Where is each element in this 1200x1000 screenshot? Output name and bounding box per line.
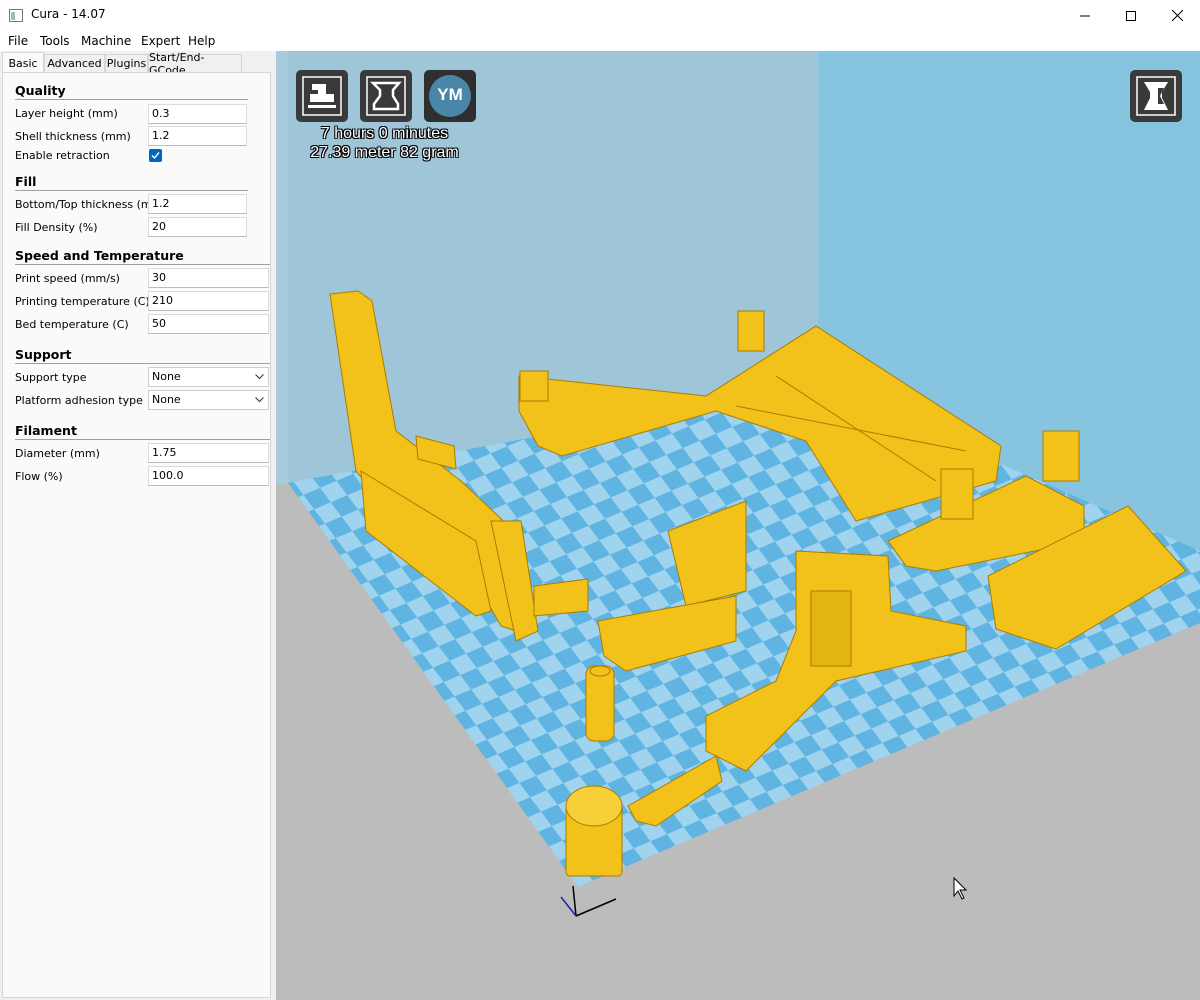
shell-thickness-input[interactable]: 1.2 bbox=[148, 126, 247, 146]
section-divider bbox=[15, 363, 270, 364]
scene-canvas[interactable] bbox=[276, 51, 1200, 1000]
support-type-select[interactable]: None bbox=[148, 367, 269, 387]
bed-temperature-input[interactable]: 50 bbox=[148, 314, 269, 334]
section-divider bbox=[15, 190, 248, 191]
3d-viewport[interactable]: YM 7 hours 0 minutes 27.39 meter 82 gram bbox=[276, 51, 1200, 1000]
youmagine-label: YM bbox=[437, 85, 463, 104]
model-spring bbox=[585, 665, 615, 742]
label-layer-height: Layer height (mm) bbox=[15, 107, 118, 120]
label-print-speed: Print speed (mm/s) bbox=[15, 272, 120, 285]
label-flow: Flow (%) bbox=[15, 470, 63, 483]
tab-advanced[interactable]: Advanced bbox=[44, 54, 105, 72]
chevron-down-icon bbox=[255, 374, 264, 380]
view-mode-icon bbox=[1136, 76, 1176, 116]
checkmark-icon bbox=[151, 152, 160, 160]
platform-adhesion-value: None bbox=[152, 393, 181, 406]
section-title-filament: Filament bbox=[15, 423, 77, 438]
menu-bar: File Tools Machine Expert Help bbox=[0, 31, 1200, 51]
label-bottom-top-thickness: Bottom/Top thickness (mm) bbox=[15, 198, 167, 211]
load-model-button[interactable] bbox=[296, 70, 348, 122]
window-title: Cura - 14.07 bbox=[31, 7, 106, 21]
print-button[interactable] bbox=[360, 70, 412, 122]
layer-height-input[interactable]: 0.3 bbox=[148, 104, 247, 124]
minimize-icon bbox=[1080, 15, 1090, 16]
printing-temperature-input[interactable]: 210 bbox=[148, 291, 269, 311]
left-wall bbox=[276, 51, 288, 485]
print-speed-input[interactable]: 30 bbox=[148, 268, 269, 288]
tab-plugins[interactable]: Plugins bbox=[105, 54, 148, 72]
section-title-quality: Quality bbox=[15, 83, 66, 98]
youmagine-button[interactable]: YM bbox=[424, 70, 476, 122]
label-bed-temperature: Bed temperature (C) bbox=[15, 318, 129, 331]
maximize-icon bbox=[1126, 10, 1136, 21]
print-time-stat: 7 hours 0 minutes bbox=[320, 125, 449, 142]
label-support-type: Support type bbox=[15, 371, 87, 384]
flow-input[interactable]: 100.0 bbox=[148, 466, 269, 486]
section-divider bbox=[15, 99, 248, 100]
settings-tabs: Basic Advanced Plugins Start/End-GCode bbox=[0, 51, 276, 77]
label-diameter: Diameter (mm) bbox=[15, 447, 100, 460]
basic-tab-pane: Quality Layer height (mm) 0.3 Shell thic… bbox=[2, 72, 271, 998]
load-model-icon bbox=[302, 76, 342, 116]
menu-machine[interactable]: Machine bbox=[81, 34, 131, 48]
platform-adhesion-select[interactable]: None bbox=[148, 390, 269, 410]
section-divider bbox=[15, 264, 270, 265]
mouse-cursor-icon bbox=[953, 876, 968, 900]
label-fill-density: Fill Density (%) bbox=[15, 221, 98, 234]
enable-retraction-checkbox[interactable] bbox=[149, 149, 162, 162]
axis-gizmo bbox=[560, 885, 617, 917]
label-enable-retraction: Enable retraction bbox=[15, 149, 110, 162]
menu-tools[interactable]: Tools bbox=[40, 34, 70, 48]
title-bar: Cura - 14.07 bbox=[0, 0, 1200, 31]
view-mode-button[interactable] bbox=[1130, 70, 1182, 122]
fill-density-input[interactable]: 20 bbox=[148, 217, 247, 237]
settings-panel: Basic Advanced Plugins Start/End-GCode Q… bbox=[0, 51, 276, 1000]
minimize-button[interactable] bbox=[1062, 0, 1108, 31]
section-title-support: Support bbox=[15, 347, 72, 362]
section-title-speed-temperature: Speed and Temperature bbox=[15, 248, 184, 263]
menu-file[interactable]: File bbox=[8, 34, 28, 48]
section-divider bbox=[15, 439, 270, 440]
app-icon bbox=[9, 9, 23, 22]
tab-basic[interactable]: Basic bbox=[2, 52, 44, 73]
label-shell-thickness: Shell thickness (mm) bbox=[15, 130, 131, 143]
menu-expert[interactable]: Expert bbox=[141, 34, 180, 48]
print-icon bbox=[366, 76, 406, 116]
chevron-down-icon bbox=[255, 397, 264, 403]
diameter-input[interactable]: 1.75 bbox=[148, 443, 269, 463]
close-icon bbox=[1171, 10, 1183, 21]
maximize-button[interactable] bbox=[1108, 0, 1154, 31]
material-usage-stat: 27.39 meter 82 gram bbox=[310, 144, 459, 161]
label-platform-adhesion: Platform adhesion type bbox=[15, 394, 143, 407]
bottom-top-thickness-input[interactable]: 1.2 bbox=[148, 194, 247, 214]
section-title-fill: Fill bbox=[15, 174, 37, 189]
model-cylinder bbox=[565, 785, 623, 877]
menu-help[interactable]: Help bbox=[188, 34, 215, 48]
tab-start-end-gcode[interactable]: Start/End-GCode bbox=[148, 51, 242, 77]
label-printing-temperature: Printing temperature (C) bbox=[15, 295, 150, 308]
close-button[interactable] bbox=[1154, 0, 1200, 31]
support-type-value: None bbox=[152, 370, 181, 383]
